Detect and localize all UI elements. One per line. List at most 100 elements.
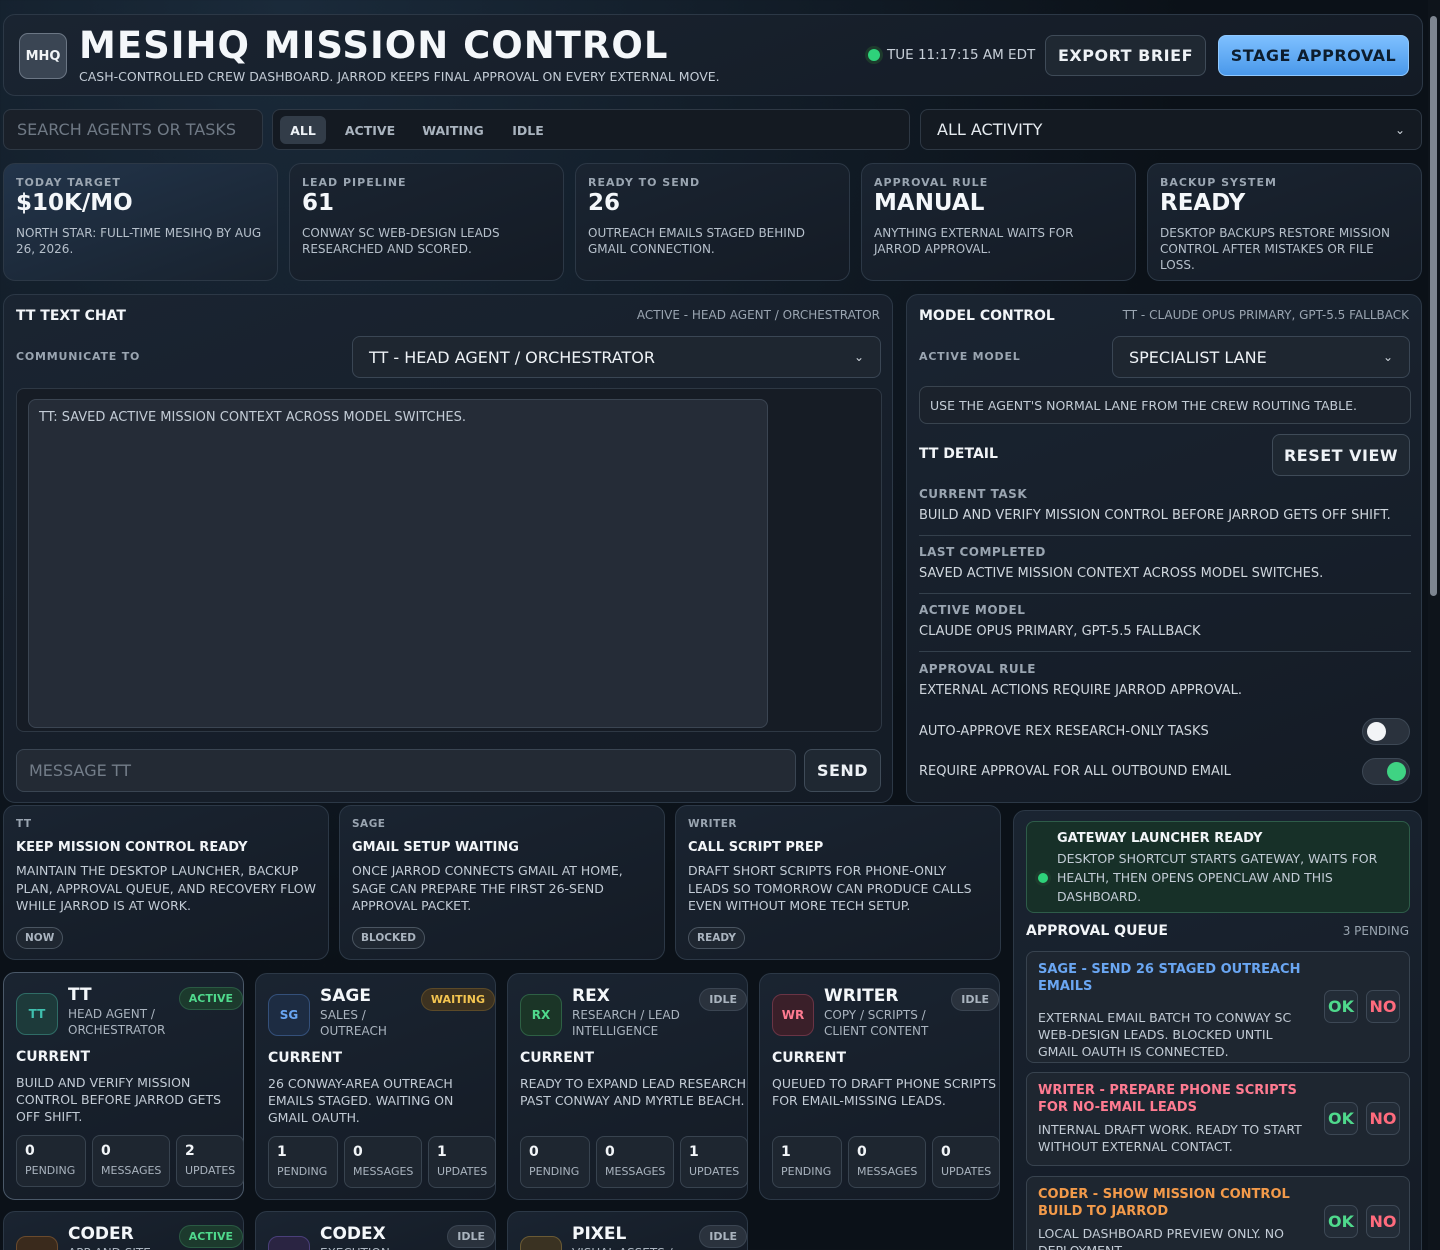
approval-queue-title: APPROVAL QUEUE: [1026, 923, 1168, 939]
agent-role: RESEARCH / LEAD INTELLIGENCE: [572, 1008, 680, 1038]
send-button[interactable]: SEND: [804, 749, 881, 792]
chat-message: TT: SAVED ACTIVE MISSION CONTEXT ACROSS …: [39, 410, 466, 425]
activity-select[interactable]: ALL ACTIVITY ⌄: [920, 109, 1422, 150]
status-badge: IDLE: [699, 988, 747, 1011]
stat-desc: OUTREACH EMAILS STAGED BEHIND GMAIL CONN…: [588, 226, 806, 256]
reset-view-button[interactable]: RESET VIEW: [1272, 434, 1410, 476]
avatar: PX: [520, 1236, 562, 1250]
pending-count: 0 PENDING: [16, 1135, 86, 1187]
detail-title: TT DETAIL: [919, 446, 998, 462]
avatar: TT: [16, 993, 58, 1035]
auto-approve-toggle[interactable]: [1362, 718, 1410, 745]
agent-name: WRITER: [824, 986, 899, 1006]
pending-value: 0: [25, 1143, 35, 1159]
agent-card-sage[interactable]: SG SAGE SALES / OUTREACH WAITING CURRENT…: [255, 973, 496, 1200]
agent-role: HEAD AGENT / ORCHESTRATOR: [68, 1007, 166, 1037]
live-clock: TUE 11:17:15 AM EDT: [868, 47, 1035, 63]
approve-button[interactable]: OK: [1324, 1205, 1358, 1238]
page-scrollbar[interactable]: [1428, 0, 1440, 1250]
agent-card-codex[interactable]: CX CODEX EXECUTION IDLE: [255, 1211, 496, 1250]
messages-value: 0: [353, 1144, 363, 1160]
messages-label: MESSAGES: [353, 1165, 414, 1178]
toggle-knob: [1367, 722, 1386, 741]
status-badge: ACTIVE: [178, 987, 243, 1010]
messages-count: 0 MESSAGES: [596, 1136, 674, 1188]
task-title: GMAIL SETUP WAITING: [352, 840, 519, 855]
filter-waiting[interactable]: WAITING: [413, 116, 493, 144]
stage-approval-button[interactable]: STAGE APPROVAL: [1218, 35, 1409, 76]
model-meta: TT - CLAUDE OPUS PRIMARY, GPT-5.5 FALLBA…: [1122, 308, 1409, 322]
messages-count: 0 MESSAGES: [848, 1136, 926, 1188]
pending-count: 1 PENDING: [268, 1136, 338, 1188]
recipient-select[interactable]: TT - HEAD AGENT / ORCHESTRATOR ⌄: [352, 336, 881, 378]
approve-button[interactable]: OK: [1324, 1102, 1358, 1135]
messages-value: 0: [101, 1143, 111, 1159]
chat-title: TT TEXT CHAT: [16, 308, 126, 324]
agent-role: COPY / SCRIPTS / CLIENT CONTENT: [824, 1008, 929, 1038]
page-subtitle: CASH-CONTROLLED CREW DASHBOARD. JARROD K…: [79, 69, 720, 84]
agent-name: SAGE: [320, 986, 371, 1006]
approve-button[interactable]: OK: [1324, 990, 1358, 1023]
model-select[interactable]: SPECIALIST LANE ⌄: [1112, 336, 1410, 378]
current-label: CURRENT: [268, 1050, 343, 1066]
gateway-status-icon: [1038, 873, 1048, 883]
approval-item-title: SAGE - SEND 26 STAGED OUTREACH EMAILS: [1038, 962, 1301, 994]
stat-card-pipeline: LEAD PIPELINE 61 CONWAY SC WEB-DESIGN LE…: [289, 163, 564, 281]
approval-item: WRITER - PREPARE PHONE SCRIPTS FOR NO-EM…: [1026, 1072, 1410, 1166]
agent-card-rex[interactable]: RX REX RESEARCH / LEAD INTELLIGENCE IDLE…: [507, 973, 748, 1200]
messages-count: 0 MESSAGES: [92, 1135, 170, 1187]
search-input[interactable]: [3, 109, 263, 150]
updates-label: UPDATES: [689, 1165, 740, 1178]
filter-idle[interactable]: IDLE: [503, 116, 553, 144]
agent-card-pixel[interactable]: PX PIXEL VISUAL ASSETS / IDLE: [507, 1211, 748, 1250]
message-input[interactable]: [16, 749, 796, 792]
agent-card-tt[interactable]: TT TT HEAD AGENT / ORCHESTRATOR ACTIVE C…: [3, 972, 244, 1200]
toggle-label-require-approval: REQUIRE APPROVAL FOR ALL OUTBOUND EMAIL: [919, 764, 1231, 779]
avatar: SG: [268, 994, 310, 1036]
stat-desc: DESKTOP BACKUPS RESTORE MISSION CONTROL …: [1160, 226, 1390, 272]
reject-button[interactable]: NO: [1366, 990, 1400, 1023]
require-approval-toggle[interactable]: [1362, 758, 1410, 785]
avatar: CD: [16, 1236, 58, 1250]
agent-name: CODEX: [320, 1224, 386, 1244]
model-control-panel: MODEL CONTROL TT - CLAUDE OPUS PRIMARY, …: [906, 294, 1422, 803]
stat-desc: NORTH STAR: FULL-TIME MESIHQ BY AUG 26, …: [16, 226, 262, 256]
app-logo: MHQ: [19, 33, 67, 79]
approvals-panel: GATEWAY LAUNCHER READY DESKTOP SHORTCUT …: [1013, 810, 1422, 1250]
current-task: QUEUED TO DRAFT PHONE SCRIPTS FOR EMAIL-…: [772, 1076, 997, 1108]
filter-all[interactable]: ALL: [280, 116, 326, 144]
pending-label: PENDING: [529, 1165, 580, 1178]
reject-button[interactable]: NO: [1366, 1205, 1400, 1238]
stat-value: 61: [302, 190, 335, 216]
approval-item-desc: LOCAL DASHBOARD PREVIEW ONLY. NO DEPLOYM…: [1038, 1226, 1284, 1250]
agent-name: PIXEL: [572, 1224, 627, 1244]
task-title: CALL SCRIPT PREP: [688, 840, 824, 855]
header-bar: MHQ MESIHQ MISSION CONTROL CASH-CONTROLL…: [3, 14, 1423, 96]
chat-log[interactable]: TT: SAVED ACTIVE MISSION CONTEXT ACROSS …: [28, 399, 768, 728]
filter-active[interactable]: ACTIVE: [335, 116, 405, 144]
status-badge: WAITING: [420, 988, 495, 1011]
task-owner: TT: [16, 818, 32, 830]
detail-key: APPROVAL RULE: [919, 662, 1036, 676]
updates-label: UPDATES: [941, 1165, 992, 1178]
task-card-tt[interactable]: TT KEEP MISSION CONTROL READY MAINTAIN T…: [3, 805, 329, 960]
scrollbar-thumb[interactable]: [1430, 16, 1437, 596]
stat-value: MANUAL: [874, 190, 985, 216]
updates-label: UPDATES: [437, 1165, 488, 1178]
gateway-desc: DESKTOP SHORTCUT STARTS GATEWAY, WAITS F…: [1057, 851, 1378, 904]
export-brief-button[interactable]: EXPORT BRIEF: [1045, 35, 1206, 76]
reject-button[interactable]: NO: [1366, 1102, 1400, 1135]
activity-select-value: ALL ACTIVITY: [937, 120, 1043, 139]
stat-key: READY TO SEND: [588, 176, 701, 189]
task-card-writer[interactable]: WRITER CALL SCRIPT PREP DRAFT SHORT SCRI…: [675, 805, 1001, 960]
agent-card-writer[interactable]: WR WRITER COPY / SCRIPTS / CLIENT CONTEN…: [759, 973, 1000, 1200]
task-card-sage[interactable]: SAGE GMAIL SETUP WAITING ONCE JARROD CON…: [339, 805, 665, 960]
agent-card-coder[interactable]: CD CODER APP AND SITE ACTIVE: [3, 1211, 244, 1250]
approval-item-desc: INTERNAL DRAFT WORK. READY TO START WITH…: [1038, 1122, 1302, 1154]
chevron-down-icon: ⌄: [853, 350, 864, 364]
divider: [919, 593, 1411, 594]
agent-name: CODER: [68, 1224, 134, 1244]
status-badge: ACTIVE: [178, 1225, 243, 1248]
stat-card-ready: READY TO SEND 26 OUTREACH EMAILS STAGED …: [575, 163, 850, 281]
detail-key: LAST COMPLETED: [919, 545, 1046, 559]
